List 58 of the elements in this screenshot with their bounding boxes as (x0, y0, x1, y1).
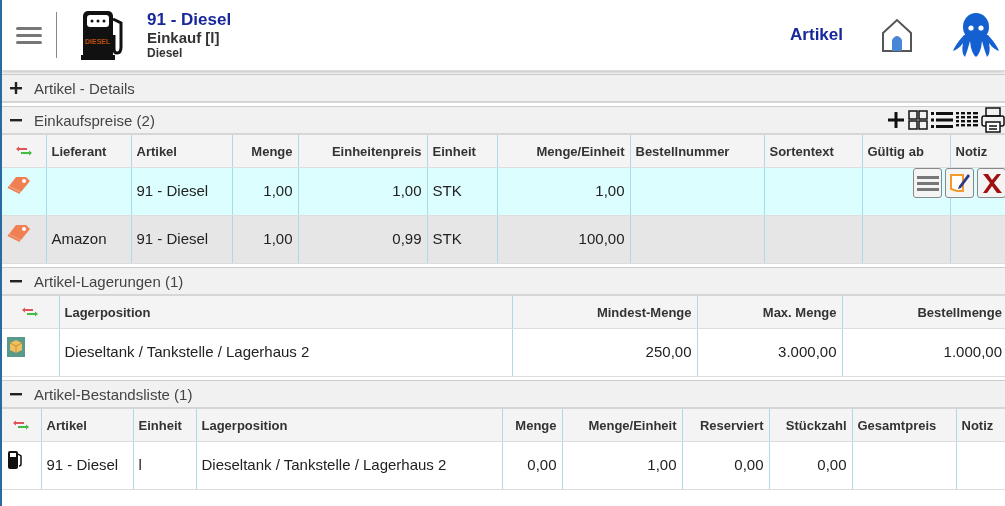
box-icon (7, 337, 25, 357)
table-cell: 0,00 (817, 456, 847, 474)
print-icon[interactable] (981, 107, 1005, 133)
table-cell: 1,00 (263, 230, 293, 248)
table-cell: 250,00 (645, 343, 692, 361)
table-cell: l (138, 456, 142, 474)
column-header[interactable]: Lagerposition (201, 417, 288, 433)
section-header[interactable]: Einkaufspreise (2) (2, 106, 1005, 135)
record-title: 91 - Diesel (147, 9, 232, 30)
section-title: Artikel-Lagerungen (1) (34, 272, 184, 290)
column-header[interactable]: Artikel (136, 143, 177, 159)
pencil-icon (948, 171, 971, 195)
table-cell: 91 - Diesel (136, 230, 209, 248)
table-cell: Dieseltank / Tankstelle / Lagerhaus 2 (201, 456, 447, 474)
table-cell: 1,00 (263, 182, 293, 200)
section-title: Einkaufspreise (2) (34, 111, 155, 129)
column-header[interactable]: Lagerposition (64, 304, 151, 320)
swap-arrows-icon[interactable] (22, 306, 39, 317)
table-cell: 3.000,00 (778, 343, 837, 361)
artikel-link[interactable]: Artikel (790, 25, 843, 45)
menu-icon (916, 175, 939, 191)
detail-list-icon[interactable] (956, 111, 978, 129)
grid-view-icon[interactable] (908, 110, 928, 130)
swap-arrows-icon[interactable] (15, 145, 32, 156)
home-icon[interactable] (881, 18, 913, 52)
table-cell: STK (432, 230, 462, 248)
section-title: Artikel - Details (34, 79, 135, 97)
record-caption: Diesel (147, 46, 184, 61)
table-cell: 91 - Diesel (136, 182, 209, 200)
table-cell: 1.000,00 (943, 343, 1002, 361)
swap-arrows-icon[interactable] (13, 419, 30, 430)
table-cell: 1,00 (392, 182, 422, 200)
menu-button[interactable] (913, 168, 942, 198)
add-icon[interactable] (887, 111, 905, 129)
list-view-icon[interactable] (931, 111, 953, 129)
edit-button[interactable] (945, 168, 974, 198)
table-cell: 0,99 (392, 230, 422, 248)
expand-icon[interactable] (10, 82, 22, 94)
table-cell: Amazon (51, 230, 107, 248)
table-cell: STK (432, 182, 462, 200)
section-header[interactable]: Artikel - Details (2, 74, 1005, 103)
delete-button[interactable] (977, 168, 1005, 198)
table-cell: 91 - Diesel (46, 456, 119, 474)
table-cell: 0,00 (527, 456, 557, 474)
menu-icon[interactable] (16, 25, 42, 45)
price-tag-icon (7, 176, 31, 194)
table-cell: Dieseltank / Tankstelle / Lagerhaus 2 (64, 343, 310, 361)
table-cell: 1,00 (595, 182, 625, 200)
table-cell: 100,00 (578, 230, 625, 248)
table-cell: 1,00 (647, 456, 677, 474)
octopus-icon[interactable] (951, 11, 1001, 59)
record-subtitle: Einkauf [l] (147, 29, 221, 47)
price-tag-icon (7, 224, 31, 242)
section-header[interactable]: Artikel-Bestandsliste (1) (2, 380, 1005, 409)
fuel-pump-icon (7, 450, 23, 470)
table-cell: 0,00 (734, 456, 764, 474)
section-header[interactable]: Artikel-Lagerungen (1) (2, 267, 1005, 296)
section-title: Artikel-Bestandsliste (1) (34, 385, 193, 403)
